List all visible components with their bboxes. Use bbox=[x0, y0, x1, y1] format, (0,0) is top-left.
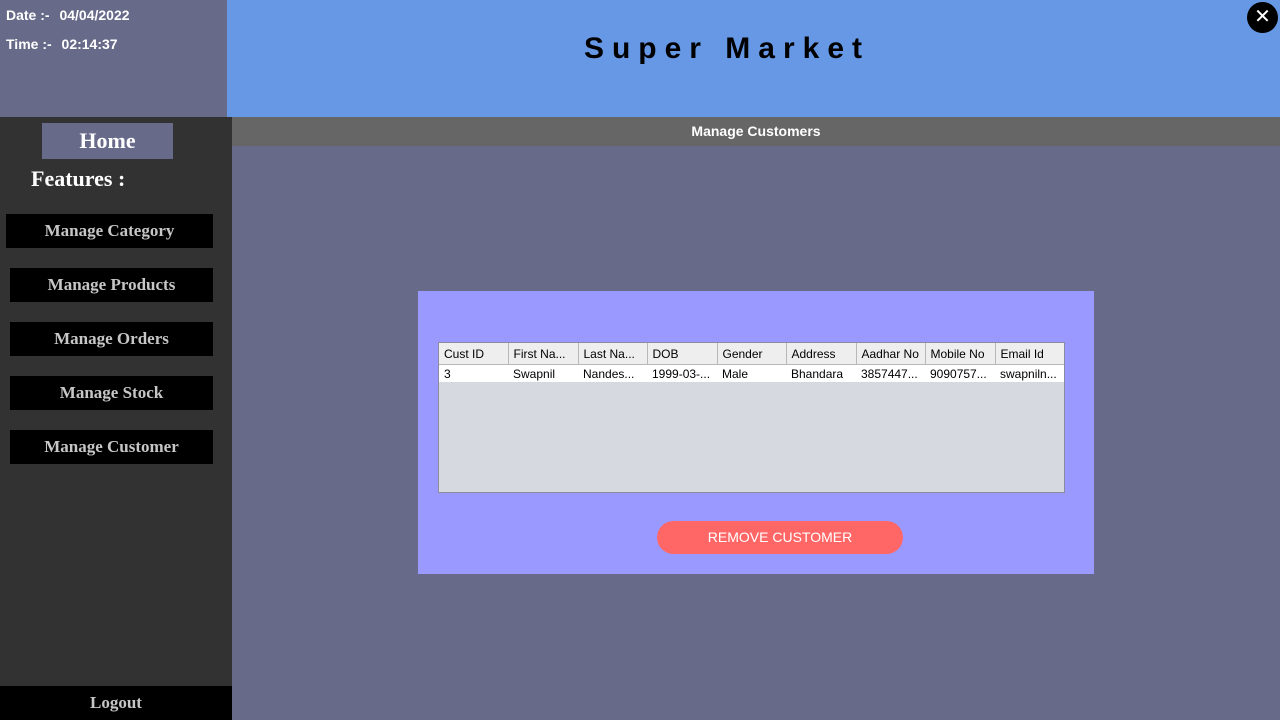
customer-table[interactable]: Cust ID First Na... Last Na... DOB Gende… bbox=[438, 342, 1065, 493]
column-header[interactable]: Last Na... bbox=[578, 343, 648, 365]
sidebar: Home Features : Manage Category Manage P… bbox=[0, 117, 232, 720]
table-header-row: Cust ID First Na... Last Na... DOB Gende… bbox=[439, 343, 1064, 365]
manage-orders-button[interactable]: Manage Orders bbox=[10, 322, 213, 356]
table-cell: 1999-03-... bbox=[647, 364, 717, 382]
time-value: 02:14:37 bbox=[61, 36, 118, 52]
table-cell: 9090757... bbox=[925, 364, 995, 382]
table-cell: Bhandara bbox=[786, 364, 856, 382]
column-header[interactable]: Mobile No bbox=[925, 343, 996, 365]
table-row[interactable]: 3 Swapnil Nandes... 1999-03-... Male Bha… bbox=[439, 364, 1064, 382]
table-cell: Swapnil bbox=[508, 364, 578, 382]
column-header[interactable]: First Na... bbox=[508, 343, 579, 365]
column-header[interactable]: Address bbox=[786, 343, 857, 365]
close-icon[interactable]: ✕ bbox=[1247, 2, 1278, 33]
date-value: 04/04/2022 bbox=[59, 7, 130, 23]
column-header[interactable]: DOB bbox=[647, 343, 718, 365]
header: Super Market bbox=[227, 0, 1280, 117]
column-header[interactable]: Aadhar No bbox=[856, 343, 926, 365]
remove-customer-button[interactable]: REMOVE CUSTOMER bbox=[657, 521, 903, 554]
column-header[interactable]: Gender bbox=[717, 343, 787, 365]
datetime-panel: Date :- 04/04/2022 Time :- 02:14:37 bbox=[0, 0, 227, 117]
manage-customer-button[interactable]: Manage Customer bbox=[10, 430, 213, 464]
table-cell: 3857447... bbox=[856, 364, 925, 382]
date-label: Date :- bbox=[6, 7, 50, 23]
home-button[interactable]: Home bbox=[42, 123, 173, 159]
table-cell: Nandes... bbox=[578, 364, 647, 382]
table-cell: 3 bbox=[439, 364, 508, 382]
app-title: Super Market bbox=[583, 32, 871, 65]
column-header[interactable]: Cust ID bbox=[439, 343, 509, 365]
manage-products-button[interactable]: Manage Products bbox=[10, 268, 213, 302]
time-label: Time :- bbox=[6, 36, 52, 52]
manage-category-button[interactable]: Manage Category bbox=[6, 214, 213, 248]
date-row: Date :- 04/04/2022 bbox=[6, 7, 130, 23]
features-label: Features : bbox=[31, 166, 126, 191]
logout-button[interactable]: Logout bbox=[0, 686, 232, 720]
customer-panel: Cust ID First Na... Last Na... DOB Gende… bbox=[418, 291, 1094, 574]
section-title: Manage Customers bbox=[232, 117, 1280, 146]
time-row: Time :- 02:14:37 bbox=[6, 36, 118, 52]
manage-stock-button[interactable]: Manage Stock bbox=[10, 376, 213, 410]
column-header[interactable]: Email Id bbox=[995, 343, 1064, 365]
table-cell: swapniln... bbox=[995, 364, 1064, 382]
table-cell: Male bbox=[717, 364, 786, 382]
